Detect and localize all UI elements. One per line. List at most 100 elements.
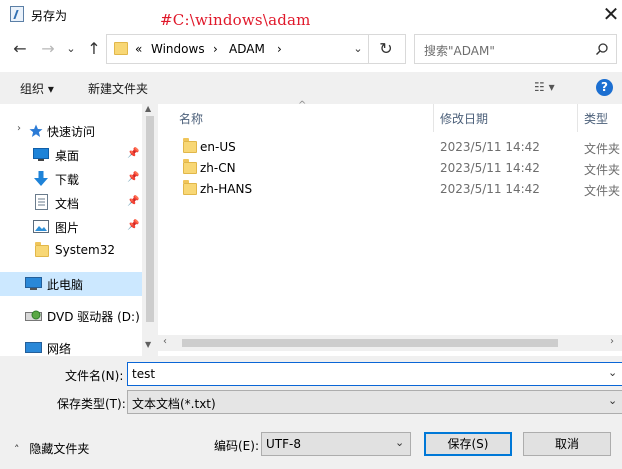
column-divider[interactable] xyxy=(433,104,434,132)
scroll-left-icon[interactable]: ‹ xyxy=(163,336,167,347)
hide-folders-toggle[interactable]: ˄ 隐藏文件夹 xyxy=(14,440,89,457)
pin-icon: 📌 xyxy=(127,148,140,159)
folder-icon xyxy=(35,242,49,257)
file-date: 2023/5/11 14:42 xyxy=(440,140,540,154)
recent-locations-dropdown[interactable]: ⌄ xyxy=(60,38,82,60)
chevron-up-icon: ˄ xyxy=(14,443,20,456)
sidebar-item-desktop[interactable]: 桌面 📌 xyxy=(0,143,142,167)
file-date: 2023/5/11 14:42 xyxy=(440,161,540,175)
file-row[interactable]: zh-HANS 2023/5/11 14:42 文件夹 xyxy=(172,179,622,200)
file-name: zh-CN xyxy=(200,161,236,175)
breadcrumb-overflow[interactable]: « xyxy=(135,42,142,56)
filename-input[interactable]: test ⌄ xyxy=(127,362,622,386)
search-icon[interactable] xyxy=(595,42,609,56)
breadcrumb-separator[interactable]: › xyxy=(213,42,218,56)
column-divider[interactable] xyxy=(577,104,578,132)
sidebar-item-label: System32 xyxy=(55,243,116,257)
hide-folders-label: 隐藏文件夹 xyxy=(29,442,90,456)
help-icon[interactable]: ? xyxy=(596,79,613,96)
encoding-value: UTF-8 xyxy=(266,437,301,451)
command-bar: 组织 ▾ 新建文件夹 ☷ ▾ ? xyxy=(0,72,622,104)
breadcrumb-separator[interactable]: › xyxy=(277,42,282,56)
filename-value: test xyxy=(132,367,156,381)
pin-icon: 📌 xyxy=(127,220,140,231)
back-button[interactable]: ← xyxy=(9,38,31,60)
up-button[interactable]: ↑ xyxy=(83,38,105,60)
sidebar-item-label: 下载 xyxy=(55,173,80,187)
file-date: 2023/5/11 14:42 xyxy=(440,182,540,196)
save-button[interactable]: 保存(S) xyxy=(424,432,512,456)
sidebar-item-system32[interactable]: System32 xyxy=(0,239,142,263)
computer-icon xyxy=(25,277,42,290)
scroll-up-icon[interactable]: ▲ xyxy=(145,104,151,113)
chevron-down-icon[interactable]: ⌄ xyxy=(608,366,617,379)
pin-icon: 📌 xyxy=(127,172,140,183)
expand-icon[interactable]: › xyxy=(17,123,21,134)
dvd-icon xyxy=(25,310,42,321)
chevron-down-icon[interactable]: ⌄ xyxy=(350,40,366,58)
sidebar-item-label: 图片 xyxy=(55,221,80,235)
scrollbar-thumb[interactable] xyxy=(146,116,154,322)
sidebar-scrollbar[interactable]: ▲ ▼ xyxy=(142,104,158,356)
sidebar-item-quick-access[interactable]: › 快速访问 xyxy=(0,119,142,143)
filetype-label: 保存类型(T): xyxy=(57,397,126,411)
chevron-down-icon[interactable]: ⌄ xyxy=(395,436,404,449)
forward-button[interactable]: → xyxy=(37,38,59,60)
network-icon xyxy=(25,342,42,353)
window-title: 另存为 xyxy=(31,9,68,23)
scrollbar-thumb[interactable] xyxy=(182,339,558,347)
path-watermark: #C:\windows\adam xyxy=(160,11,311,29)
file-type: 文件夹 xyxy=(584,142,621,156)
folder-icon xyxy=(114,42,128,55)
refresh-button[interactable]: ↻ xyxy=(374,38,398,60)
filetype-select[interactable]: 文本文档(*.txt) ⌄ xyxy=(127,390,622,414)
filetype-value: 文本文档(*.txt) xyxy=(132,397,216,411)
divider xyxy=(368,35,369,63)
folder-icon xyxy=(183,180,197,195)
star-icon xyxy=(29,124,43,137)
view-options-icon[interactable]: ☷ ▾ xyxy=(534,80,555,94)
download-icon xyxy=(34,171,48,186)
sidebar-item-label: 文档 xyxy=(55,197,80,211)
column-header-name[interactable]: 名称 xyxy=(179,110,203,127)
organize-menu[interactable]: 组织 ▾ xyxy=(20,80,54,97)
notepad-icon xyxy=(10,6,24,22)
sidebar-item-label: 桌面 xyxy=(55,149,80,163)
sidebar-item-dvd-drive[interactable]: DVD 驱动器 (D:) xyxy=(0,304,142,328)
sort-ascending-icon: ^ xyxy=(298,100,307,111)
new-folder-button[interactable]: 新建文件夹 xyxy=(88,80,148,97)
picture-icon xyxy=(33,220,49,233)
chevron-down-icon[interactable]: ⌄ xyxy=(608,394,617,407)
desktop-icon xyxy=(33,148,49,161)
scroll-right-icon[interactable]: › xyxy=(610,336,614,347)
folder-icon xyxy=(183,159,197,174)
pin-icon: 📌 xyxy=(127,196,140,207)
navigation-pane[interactable]: › 快速访问 桌面 📌 下载 📌 文档 📌 图片 📌 System32 此电脑 … xyxy=(0,104,158,356)
filename-label: 文件名(N): xyxy=(65,369,124,383)
encoding-select[interactable]: UTF-8 ⌄ xyxy=(261,432,411,456)
close-button[interactable]: ✕ xyxy=(600,2,622,26)
file-row[interactable]: en-US 2023/5/11 14:42 文件夹 xyxy=(172,137,622,158)
file-name: en-US xyxy=(200,140,236,154)
title-bar: 另存为 #C:\windows\adam ✕ xyxy=(0,0,622,30)
breadcrumb-windows[interactable]: Windows xyxy=(151,42,205,56)
column-header-type[interactable]: 类型 xyxy=(584,110,608,127)
sidebar-item-downloads[interactable]: 下载 📌 xyxy=(0,167,142,191)
file-list-scrollbar[interactable]: ‹ › xyxy=(158,335,622,351)
column-header-date[interactable]: 修改日期 xyxy=(440,110,488,127)
cancel-button[interactable]: 取消 xyxy=(523,432,611,456)
file-name: zh-HANS xyxy=(200,182,253,196)
encoding-label: 编码(E): xyxy=(214,439,259,453)
sidebar-item-label: DVD 驱动器 (D:) xyxy=(47,310,140,324)
breadcrumb-adam[interactable]: ADAM xyxy=(229,42,265,56)
address-bar[interactable]: « Windows › ADAM › ⌄ ↻ xyxy=(106,34,406,64)
sidebar-item-label: 网络 xyxy=(47,342,72,356)
search-input[interactable]: 搜索"ADAM" xyxy=(414,34,617,64)
sidebar-item-this-pc[interactable]: 此电脑 xyxy=(0,272,142,296)
sidebar-item-documents[interactable]: 文档 📌 xyxy=(0,191,142,215)
sidebar-item-network[interactable]: 网络 xyxy=(0,336,142,356)
file-row[interactable]: zh-CN 2023/5/11 14:42 文件夹 xyxy=(172,158,622,179)
search-placeholder: 搜索"ADAM" xyxy=(424,44,495,58)
sidebar-item-pictures[interactable]: 图片 📌 xyxy=(0,215,142,239)
scroll-down-icon[interactable]: ▼ xyxy=(145,340,151,349)
